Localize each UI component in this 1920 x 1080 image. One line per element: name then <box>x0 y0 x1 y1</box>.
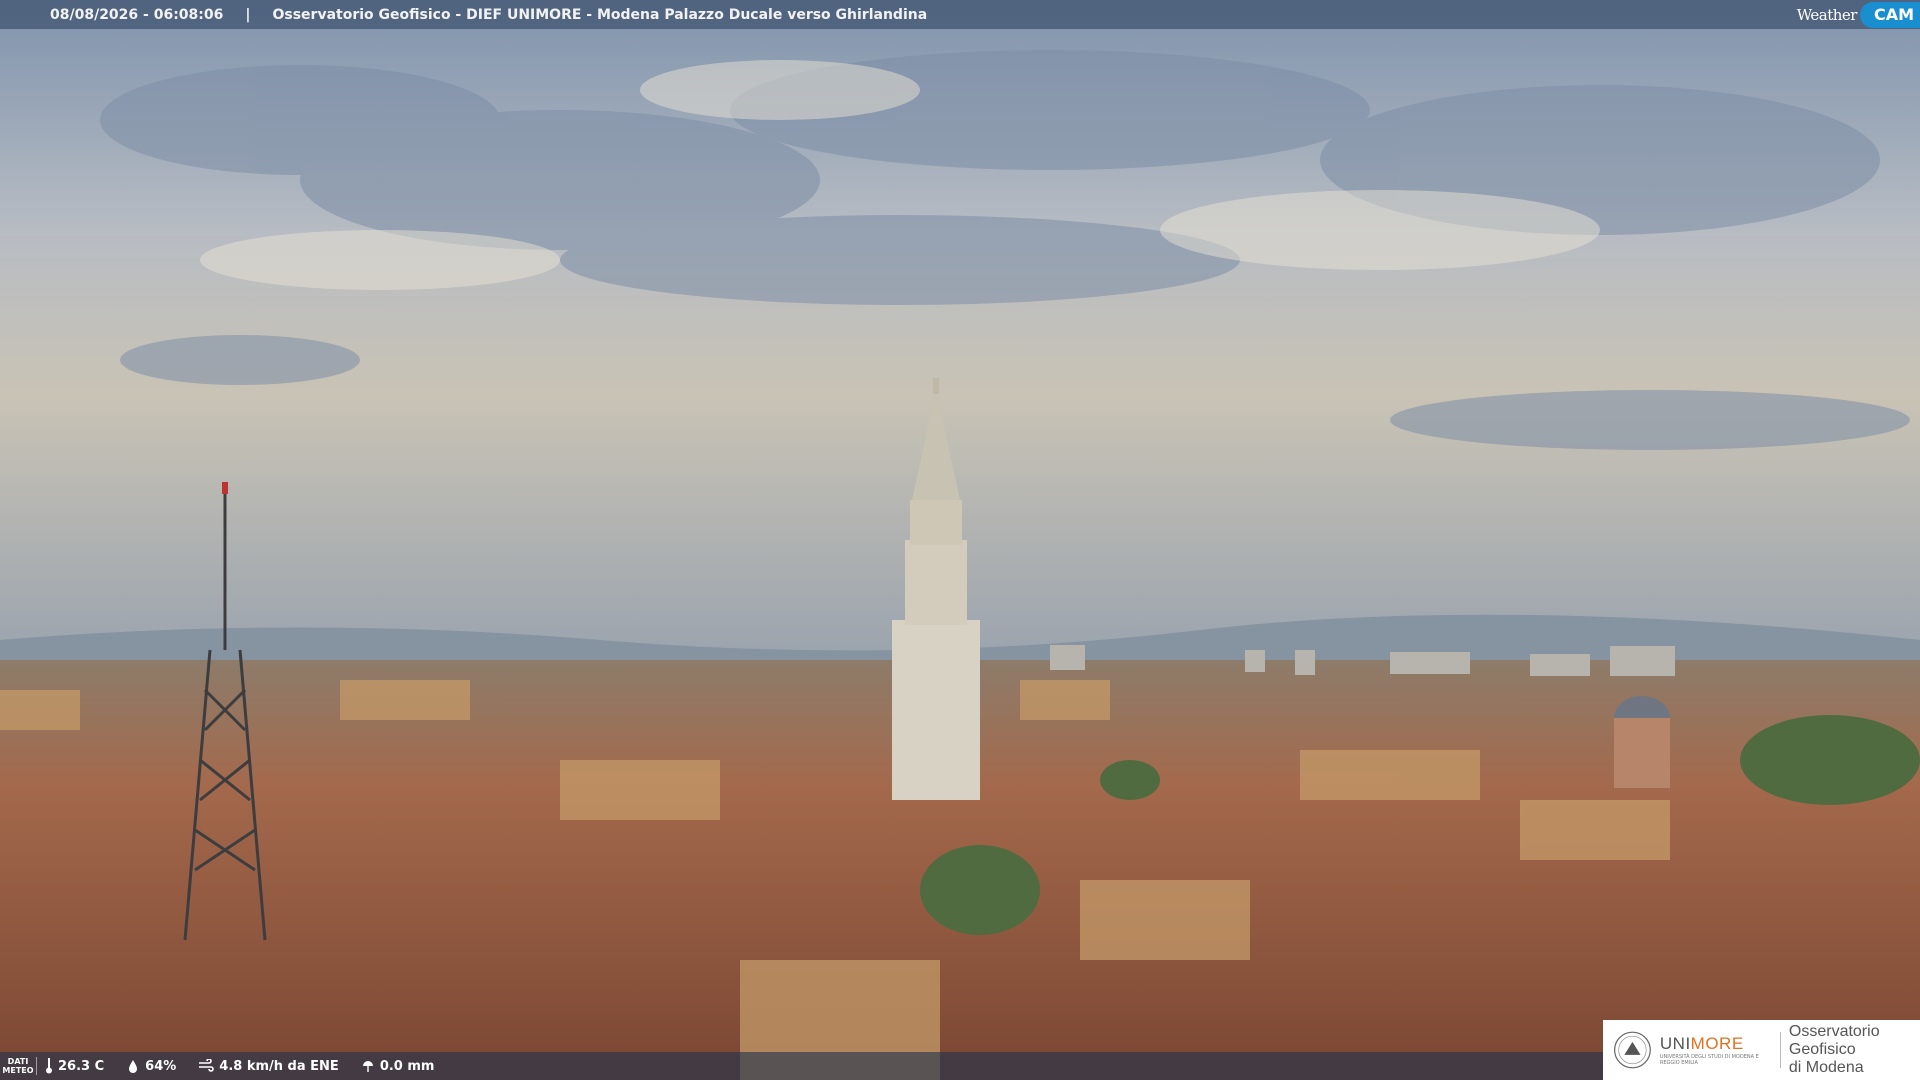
weather-label: DATI METEO <box>0 1057 37 1075</box>
observatory-name: Osservatorio Geofisico di Modena <box>1788 1023 1880 1076</box>
caption-separator: | <box>245 6 251 23</box>
webcam-scene <box>0 0 1920 1080</box>
camera-title: Osservatorio Geofisico - DIEF UNIMORE - … <box>272 6 928 23</box>
rain-icon <box>362 1061 373 1072</box>
mast-antenna-tip <box>222 482 228 494</box>
humidity-value: 64% <box>145 1058 177 1074</box>
timestamp: 08/08/2026 - 06:08:06 <box>50 6 224 23</box>
brand-word: Weather <box>1796 5 1858 24</box>
humidity-icon <box>129 1060 138 1073</box>
weathercam-brand: Weather CAM <box>1797 0 1920 29</box>
rain-value: 0.0 mm <box>379 1058 435 1074</box>
unimore-logo-panel: UNIMORE UNIVERSITÀ DEGLI STUDI DI MODENA… <box>1603 1020 1920 1080</box>
unimore-name: UNIMORE <box>1659 1034 1744 1053</box>
top-caption-bar: 08/08/2026 - 06:08:06 | Osservatorio Geo… <box>0 0 1920 29</box>
wind-reading: 4.8 km/h da ENE <box>198 1059 339 1074</box>
logo-divider <box>1780 1032 1781 1068</box>
temperature-reading: 26.3 C <box>45 1058 104 1074</box>
brand-cam: CAM <box>1859 1 1920 28</box>
dome <box>1614 696 1670 788</box>
unimore-wordmark: UNIMORE UNIVERSITÀ DEGLI STUDI DI MODENA… <box>1660 1034 1772 1066</box>
unimore-subtitle: UNIVERSITÀ DEGLI STUDI DI MODENA E REGGI… <box>1659 1054 1759 1066</box>
university-seal-icon <box>1614 1031 1651 1069</box>
rain-reading: 0.0 mm <box>361 1058 435 1074</box>
humidity-reading: 64% <box>126 1059 176 1074</box>
wind-value: 4.8 km/h da ENE <box>219 1058 339 1074</box>
temperature-value: 26.3 C <box>58 1058 105 1074</box>
wind-icon <box>199 1059 215 1072</box>
thermometer-icon <box>46 1058 52 1074</box>
